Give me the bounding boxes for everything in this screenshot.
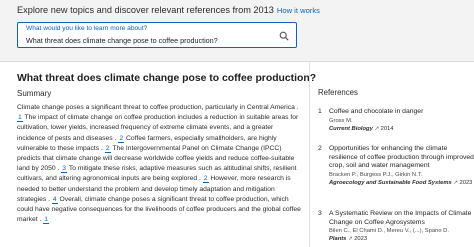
search-value[interactable]: What threat does climate change pose to … [26,36,218,45]
reference-number: 3 [318,210,322,217]
references-title: References [318,88,358,97]
external-link-icon[interactable]: ↗ [348,236,353,242]
references-panel: References 1 Coffee and chocolate in dan… [309,62,474,247]
reference-year: 2023 [354,236,368,243]
reference-journal[interactable]: Plants [329,236,346,242]
explore-heading: Explore new topics and discover relevant… [17,5,320,15]
external-link-icon[interactable]: ↗ [374,126,379,132]
reference-journal[interactable]: Agroecology and Sustainable Food Systems [329,180,452,186]
reference-title-link[interactable]: A Systematic Review on the Impacts of Cl… [329,210,474,227]
summary-segment: Overall, climate change poses a signific… [17,195,301,224]
header-bar: Explore new topics and discover relevant… [0,0,474,62]
reference-source: Current Biology ↗ 2014 [329,125,474,133]
explore-text: Explore new topics and discover relevant… [17,5,274,15]
reference-year: 2014 [380,125,394,132]
search-placeholder: What would you like to learn more about? [26,25,148,32]
reference-title-link[interactable]: Coffee and chocolate in danger [329,108,474,117]
external-link-icon[interactable]: ↗ [453,180,458,186]
reference-source: Agroecology and Sustainable Food Systems… [329,179,474,187]
reference-authors: Bracken P., Burgess P.J., Girkin N.T. [329,171,423,178]
search-icon[interactable] [279,31,289,41]
citation-link[interactable]: 1 [43,216,50,225]
summary-label: Summary [17,89,52,98]
summary-segment: Climate change poses a significant threa… [17,104,299,111]
reference-source: Plants ↗ 2023 [329,235,474,243]
reference-title-link[interactable]: Opportunities for enhancing the climate … [329,145,474,171]
reference-authors: Bilen C., El Chami D., Mereu V., (...), … [329,228,449,235]
reference-journal[interactable]: Current Biology [329,126,373,132]
how-it-works-link[interactable]: How it works [277,6,320,15]
summary-text: Climate change poses a significant threa… [17,103,302,225]
reference-number: 2 [318,145,322,152]
question-title: What threat does climate change pose to … [17,73,317,84]
reference-authors: Gross M. [329,117,353,124]
search-input[interactable]: What would you like to learn more about?… [17,22,297,48]
reference-year: 2023 [459,179,473,186]
reference-number: 1 [318,108,322,115]
